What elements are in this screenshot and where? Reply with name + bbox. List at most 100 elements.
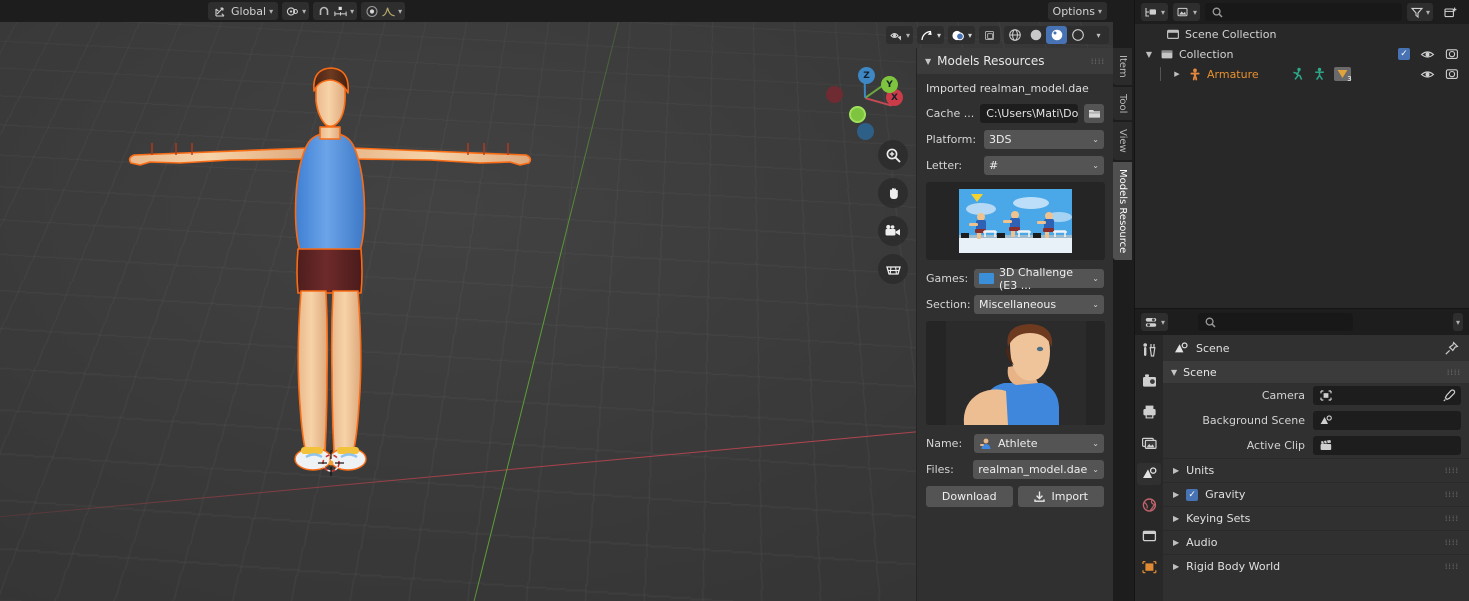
platform-dropdown[interactable]: 3DS ⌄	[984, 130, 1104, 149]
mesh-data-badge[interactable]: 3	[1334, 67, 1351, 81]
properties-search-input[interactable]	[1198, 313, 1353, 331]
viewport-nav-buttons[interactable]	[878, 140, 908, 284]
name-dropdown[interactable]: Athlete ⌄	[974, 434, 1104, 453]
sidebar-tab-item[interactable]: Item	[1113, 48, 1132, 85]
outliner-filter-id-icon[interactable]: ▾	[1173, 3, 1200, 21]
viewport-overlay-toggles[interactable]: ▾ ▾ ▾	[886, 26, 1109, 44]
game-screenshot-preview[interactable]	[926, 182, 1105, 260]
breadcrumb[interactable]: Scene	[1163, 335, 1469, 361]
units-panel[interactable]: ▶ Units ⁞⁞⁞⁞	[1163, 458, 1469, 482]
audio-panel[interactable]: ▶ Audio ⁞⁞⁞⁞	[1163, 530, 1469, 554]
options-dropdown[interactable]: Options ▾	[1048, 2, 1107, 20]
active-clip-row[interactable]: Active Clip	[1163, 433, 1469, 458]
pin-icon[interactable]	[1444, 341, 1459, 356]
armature-data-icon[interactable]	[1312, 67, 1327, 81]
xray-toggle[interactable]	[979, 26, 1000, 44]
armature-row-toggles[interactable]	[1420, 68, 1459, 80]
gravity-panel[interactable]: ▶ ✓ Gravity ⁞⁞⁞⁞	[1163, 482, 1469, 506]
models-resources-header[interactable]: ▼ Models Resources ⁞⁞⁞⁞	[917, 48, 1113, 74]
camera-field[interactable]	[1313, 386, 1461, 405]
new-collection-icon[interactable]	[1438, 3, 1463, 21]
games-dropdown[interactable]: 3D Challenge (E3 ... ⌄	[974, 269, 1104, 288]
outliner-editor[interactable]: ▾ ▾ ▾ Sce	[1134, 0, 1469, 308]
zoom-icon[interactable]	[878, 140, 908, 170]
gravity-checkbox[interactable]: ✓	[1186, 489, 1198, 501]
properties-tab-world[interactable]	[1137, 494, 1161, 516]
import-button[interactable]: Import	[1018, 486, 1105, 507]
properties-tab-view-layer[interactable]	[1137, 432, 1161, 454]
checkbox-icon[interactable]: ✓	[1398, 48, 1410, 60]
games-row[interactable]: Games: 3D Challenge (E3 ... ⌄	[926, 269, 1104, 288]
files-row[interactable]: Files: realman_model.dae ⌄	[926, 460, 1104, 479]
properties-editor-icon[interactable]: ▾	[1141, 313, 1168, 331]
cache-row[interactable]: Cache ... C:\Users\Mati\Docu...	[926, 104, 1104, 123]
transform-orientation-dropdown[interactable]: Global ▾	[208, 2, 278, 20]
background-scene-row[interactable]: Background Scene	[1163, 408, 1469, 433]
models-resources-panel[interactable]: ▼ Models Resources ⁞⁞⁞⁞ Imported realman…	[916, 48, 1113, 601]
section-dropdown[interactable]: Miscellaneous ⌄	[974, 295, 1104, 314]
outliner-header[interactable]: ▾ ▾ ▾	[1135, 0, 1469, 24]
proportional-edit-group[interactable]: ▾	[361, 2, 405, 20]
section-row[interactable]: Section: Miscellaneous ⌄	[926, 295, 1104, 314]
shading-mode-group[interactable]: ▾	[1004, 26, 1109, 44]
disclosure-triangle-icon[interactable]: ▼	[1143, 50, 1155, 59]
viewport-header[interactable]: Global ▾ ▾ ▾	[0, 0, 1113, 22]
navigation-gizmo[interactable]: X Y Z	[820, 55, 910, 145]
magnet-snap-group[interactable]: ▾	[313, 2, 357, 20]
eye-icon[interactable]	[1420, 69, 1435, 80]
outliner-row-collection[interactable]: ▼ Collection ✓	[1135, 44, 1469, 64]
shading-solid-icon[interactable]	[1025, 26, 1046, 44]
properties-tab-collection[interactable]	[1137, 525, 1161, 547]
viewport-header-right[interactable]: Options ▾	[1048, 0, 1113, 22]
letter-row[interactable]: Letter: # ⌄	[926, 156, 1104, 175]
sidebar-tab-tool[interactable]: Tool	[1113, 87, 1132, 120]
rigid-body-world-panel[interactable]: ▶ Rigid Body World ⁞⁞⁞⁞	[1163, 554, 1469, 578]
properties-editor[interactable]: ▾ ▾	[1134, 308, 1469, 601]
gizmo-ball-y[interactable]: Y	[881, 76, 898, 93]
properties-tab-render[interactable]	[1137, 370, 1161, 392]
gizmo-toggle[interactable]: ▾	[917, 26, 944, 44]
outliner-row-scene-collection[interactable]: Scene Collection	[1135, 24, 1469, 44]
active-clip-field[interactable]	[1313, 436, 1461, 455]
gizmo-ball-neg-x[interactable]	[826, 86, 843, 103]
properties-tab-column[interactable]	[1135, 335, 1163, 601]
overlays-toggle[interactable]: ▾	[948, 26, 975, 44]
letter-dropdown[interactable]: # ⌄	[984, 156, 1104, 175]
properties-tab-output[interactable]	[1137, 401, 1161, 423]
keying-sets-panel[interactable]: ▶ Keying Sets ⁞⁞⁞⁞	[1163, 506, 1469, 530]
properties-tab-tool[interactable]	[1137, 339, 1161, 361]
shading-options-chevron[interactable]: ▾	[1088, 26, 1109, 44]
download-button[interactable]: Download	[926, 486, 1013, 507]
gizmo-ball-neg-z[interactable]	[857, 123, 874, 140]
cache-path-input[interactable]: C:\Users\Mati\Docu...	[980, 104, 1078, 123]
camera-row[interactable]: Camera	[1163, 383, 1469, 408]
shading-material-icon[interactable]	[1046, 26, 1067, 44]
platform-row[interactable]: Platform: 3DS ⌄	[926, 130, 1104, 149]
snap-settings[interactable]: ▾	[282, 2, 309, 20]
sidebar-tab-view[interactable]: View	[1113, 122, 1132, 160]
eye-icon[interactable]	[1420, 49, 1435, 60]
sidebar-tab-models-resource[interactable]: Models Resource	[1113, 162, 1132, 260]
gizmo-ball-neg-y[interactable]	[849, 106, 866, 123]
properties-tab-scene[interactable]	[1137, 463, 1161, 485]
folder-icon[interactable]	[1084, 104, 1104, 123]
properties-options-dropdown[interactable]: ▾	[1453, 313, 1463, 331]
outliner-search-input[interactable]	[1205, 3, 1402, 21]
camera-render-icon[interactable]	[1445, 48, 1459, 60]
properties-header[interactable]: ▾ ▾	[1135, 309, 1469, 335]
sidebar-tabs[interactable]: Item Tool View Models Resource	[1113, 48, 1132, 601]
camera-render-icon[interactable]	[1445, 68, 1459, 80]
pan-icon[interactable]	[878, 178, 908, 208]
character-model[interactable]	[120, 55, 580, 485]
armature-data-icons[interactable]: 3	[1290, 67, 1351, 81]
action-buttons[interactable]: Download Import	[926, 486, 1104, 507]
pose-mode-icon[interactable]	[1290, 67, 1305, 81]
files-dropdown[interactable]: realman_model.dae ⌄	[973, 460, 1104, 479]
eyedropper-icon[interactable]	[1442, 389, 1456, 403]
orthographic-icon[interactable]	[878, 254, 908, 284]
object-visibility-dropdown[interactable]: ▾	[886, 26, 913, 44]
shading-wireframe-icon[interactable]	[1004, 26, 1025, 44]
shading-rendered-icon[interactable]	[1067, 26, 1088, 44]
name-row[interactable]: Name: Athlete ⌄	[926, 434, 1104, 453]
model-preview[interactable]	[926, 321, 1105, 425]
